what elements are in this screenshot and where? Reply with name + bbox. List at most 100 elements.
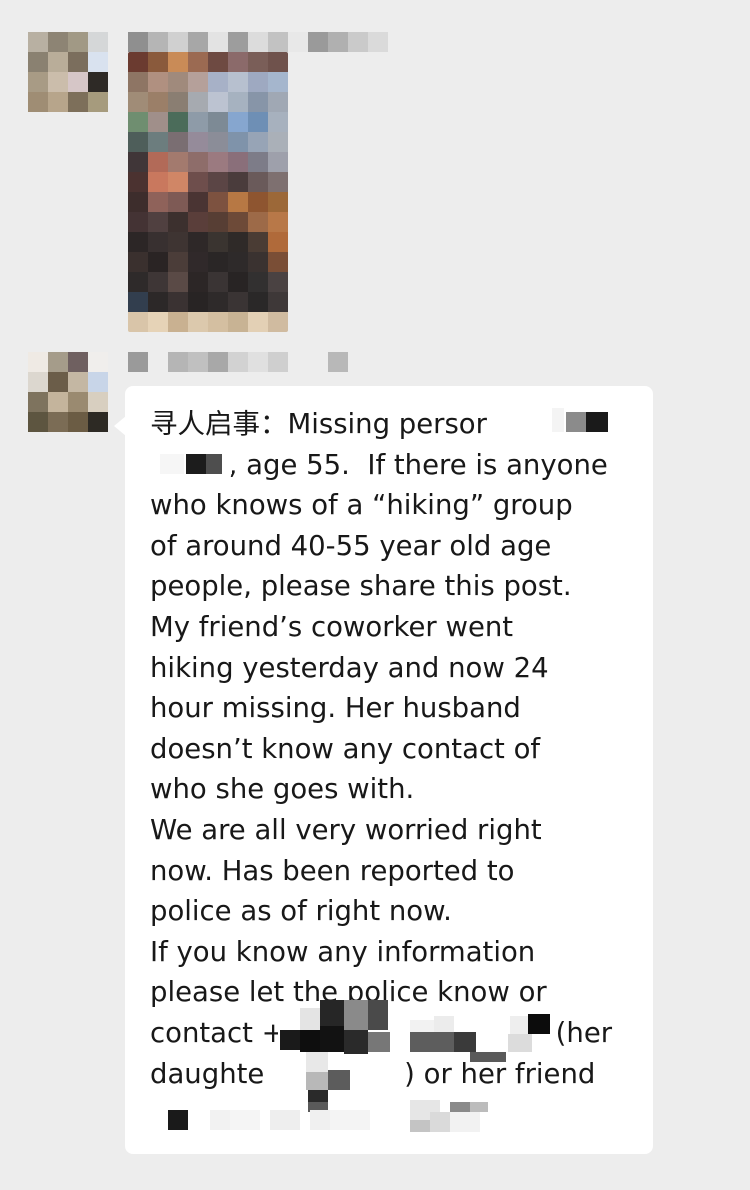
mosaic-cell	[228, 352, 248, 372]
mosaic-cell	[208, 52, 228, 72]
mosaic-cell	[410, 1120, 430, 1132]
mosaic-cell	[268, 352, 288, 372]
mosaic-cell	[248, 92, 268, 112]
mosaic-cell	[208, 352, 228, 372]
bubble-tail	[114, 416, 126, 436]
avatar[interactable]	[28, 352, 108, 432]
mosaic-cell	[328, 1070, 350, 1090]
mosaic-cell	[368, 352, 388, 372]
mosaic-cell	[368, 32, 388, 52]
message-line: My friend’s coworker went	[150, 610, 514, 643]
mosaic-cell	[508, 1034, 532, 1052]
mosaic-cell	[268, 192, 288, 212]
mosaic-cell	[248, 252, 268, 272]
mosaic-cell	[68, 32, 88, 52]
mosaic-cell	[248, 132, 268, 152]
mosaic-cell	[344, 1000, 368, 1030]
mosaic-cell	[128, 132, 148, 152]
mosaic-cell	[248, 352, 268, 372]
mosaic-cell	[228, 32, 248, 52]
mosaic-cell	[552, 408, 564, 432]
mosaic-cell	[188, 292, 208, 312]
mosaic-cell	[410, 1032, 454, 1052]
mosaic-cell	[208, 312, 228, 332]
mosaic-cell	[128, 292, 148, 312]
mosaic-cell	[128, 212, 148, 232]
mosaic-cell	[270, 1110, 300, 1130]
mosaic-cell	[88, 392, 108, 412]
mosaic-cell	[228, 252, 248, 272]
mosaic-cell	[330, 1110, 370, 1130]
mosaic-cell	[566, 412, 586, 432]
mosaic-cell	[230, 1110, 260, 1130]
mosaic-cell	[48, 92, 68, 112]
mosaic-cell	[228, 292, 248, 312]
mosaic-cell	[208, 32, 228, 52]
mosaic-cell	[228, 232, 248, 252]
mosaic-cell	[248, 32, 268, 52]
mosaic-cell	[248, 272, 268, 292]
message-line: of around 40-55 year old age	[150, 529, 552, 562]
mosaic-cell	[270, 1056, 306, 1086]
avatar[interactable]	[28, 32, 108, 112]
mosaic-cell	[306, 1072, 328, 1090]
mosaic-cell	[368, 1000, 388, 1030]
mosaic-cell	[208, 112, 228, 132]
mosaic-cell	[268, 312, 288, 332]
mosaic-cell	[48, 392, 68, 412]
mosaic-cell	[348, 32, 368, 52]
mosaic-cell	[168, 292, 188, 312]
mosaic-cell	[28, 52, 48, 72]
message-line: doesn’t know any contact of	[150, 732, 541, 765]
mosaic-cell	[48, 412, 68, 432]
mosaic-cell	[148, 172, 168, 192]
mosaic-cell	[168, 212, 188, 232]
mosaic-cell	[68, 372, 88, 392]
mosaic-cell	[160, 454, 184, 474]
mosaic-cell	[248, 152, 268, 172]
mosaic-cell	[148, 212, 168, 232]
mosaic-cell	[28, 392, 48, 412]
mosaic-cell	[148, 52, 168, 72]
mosaic-cell	[248, 52, 268, 72]
mosaic-cell	[168, 52, 188, 72]
mosaic-cell	[430, 1112, 450, 1132]
mosaic-cell	[148, 112, 168, 132]
mosaic-cell	[208, 192, 228, 212]
mosaic-cell	[168, 352, 188, 372]
mosaic-cell	[168, 132, 188, 152]
mosaic-cell	[148, 292, 168, 312]
mosaic-cell	[188, 132, 208, 152]
image-message-thumbnail[interactable]	[128, 52, 288, 332]
mosaic-cell	[188, 32, 208, 52]
mosaic-cell	[148, 92, 168, 112]
message-line: If you know any information	[150, 935, 536, 968]
message-line: police as of right now.	[150, 895, 452, 928]
mosaic-cell	[538, 1034, 558, 1052]
mosaic-cell	[228, 152, 248, 172]
message-line: daughte ) or her friend	[150, 1057, 596, 1090]
mosaic-cell	[344, 1030, 368, 1054]
mosaic-cell	[68, 392, 88, 412]
mosaic-cell	[268, 72, 288, 92]
mosaic-cell	[128, 352, 148, 372]
mosaic-cell	[168, 32, 188, 52]
mosaic-cell	[288, 352, 308, 372]
mosaic-cell	[228, 112, 248, 132]
mosaic-cell	[28, 372, 48, 392]
mosaic-cell	[128, 52, 148, 72]
mosaic-cell	[248, 312, 268, 332]
message-text: 寻人启事：Missing persor , age 55. If there i…	[150, 404, 612, 1094]
mosaic-cell	[348, 352, 368, 372]
mosaic-cell	[308, 352, 328, 372]
mosaic-cell	[168, 72, 188, 92]
mosaic-cell	[188, 92, 208, 112]
mosaic-cell	[88, 412, 108, 432]
mosaic-cell	[128, 152, 148, 172]
mosaic-cell	[88, 32, 108, 52]
mosaic-cell	[208, 132, 228, 152]
mosaic-cell	[320, 1000, 344, 1026]
mosaic-cell	[308, 32, 328, 52]
mosaic-cell	[248, 192, 268, 212]
mosaic-cell	[228, 192, 248, 212]
